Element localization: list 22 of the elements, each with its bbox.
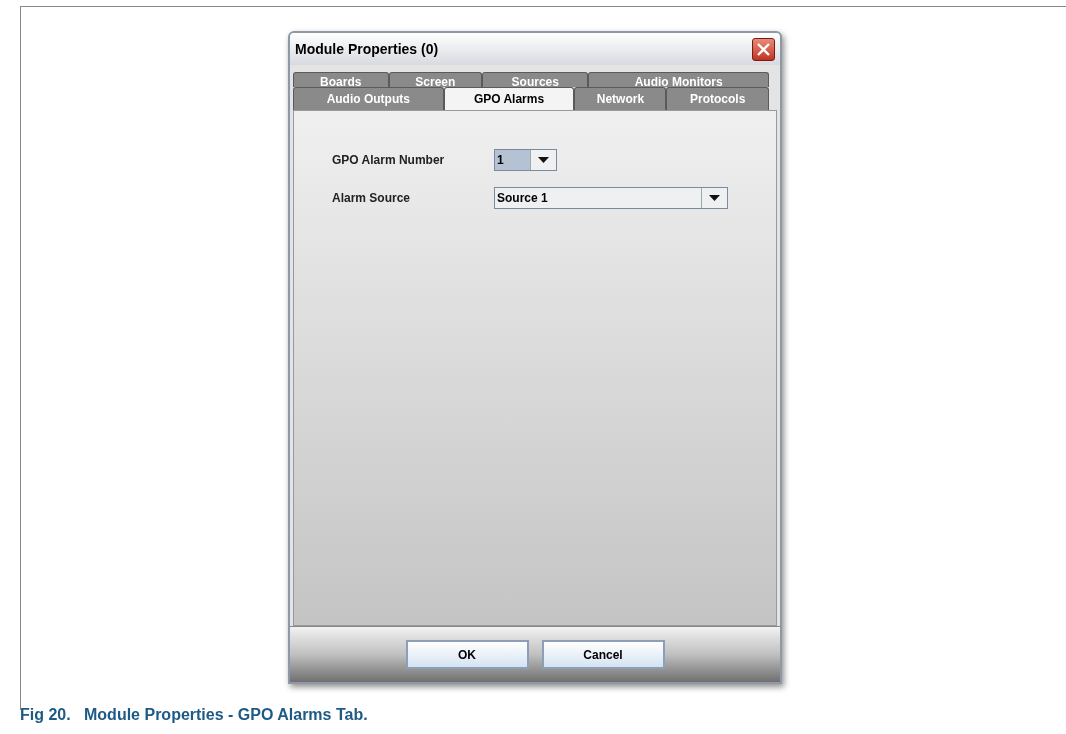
dropdown-arrow-icon <box>538 157 549 163</box>
tab[interactable]: Sources <box>482 72 589 87</box>
tab[interactable]: GPO Alarms <box>443 87 575 110</box>
tab[interactable]: Audio Outputs <box>293 87 444 110</box>
close-button[interactable] <box>752 37 775 61</box>
window-title: Module Properties (0) <box>295 39 439 59</box>
figure-caption: Fig 20. Module Properties - GPO Alarms Tab. <box>20 705 368 725</box>
dropdown-value: 1 <box>495 150 530 170</box>
field-label: GPO Alarm Number <box>332 152 446 169</box>
dialog-button[interactable]: Cancel <box>541 640 665 669</box>
dropdown[interactable]: 1 <box>494 149 557 171</box>
tab[interactable]: Protocols <box>666 87 769 110</box>
tab[interactable]: Network <box>574 87 667 110</box>
tab[interactable]: Audio Monitors <box>588 72 769 87</box>
dropdown[interactable]: Source 1 <box>494 187 728 209</box>
close-icon <box>757 42 770 56</box>
field-label: Alarm Source <box>332 190 412 207</box>
dialog-button[interactable]: OK <box>405 640 529 669</box>
dropdown-arrow-icon <box>709 195 720 201</box>
dropdown-value: Source 1 <box>496 190 549 207</box>
tab[interactable]: Boards <box>293 72 389 87</box>
tab[interactable]: Screen <box>388 72 483 87</box>
